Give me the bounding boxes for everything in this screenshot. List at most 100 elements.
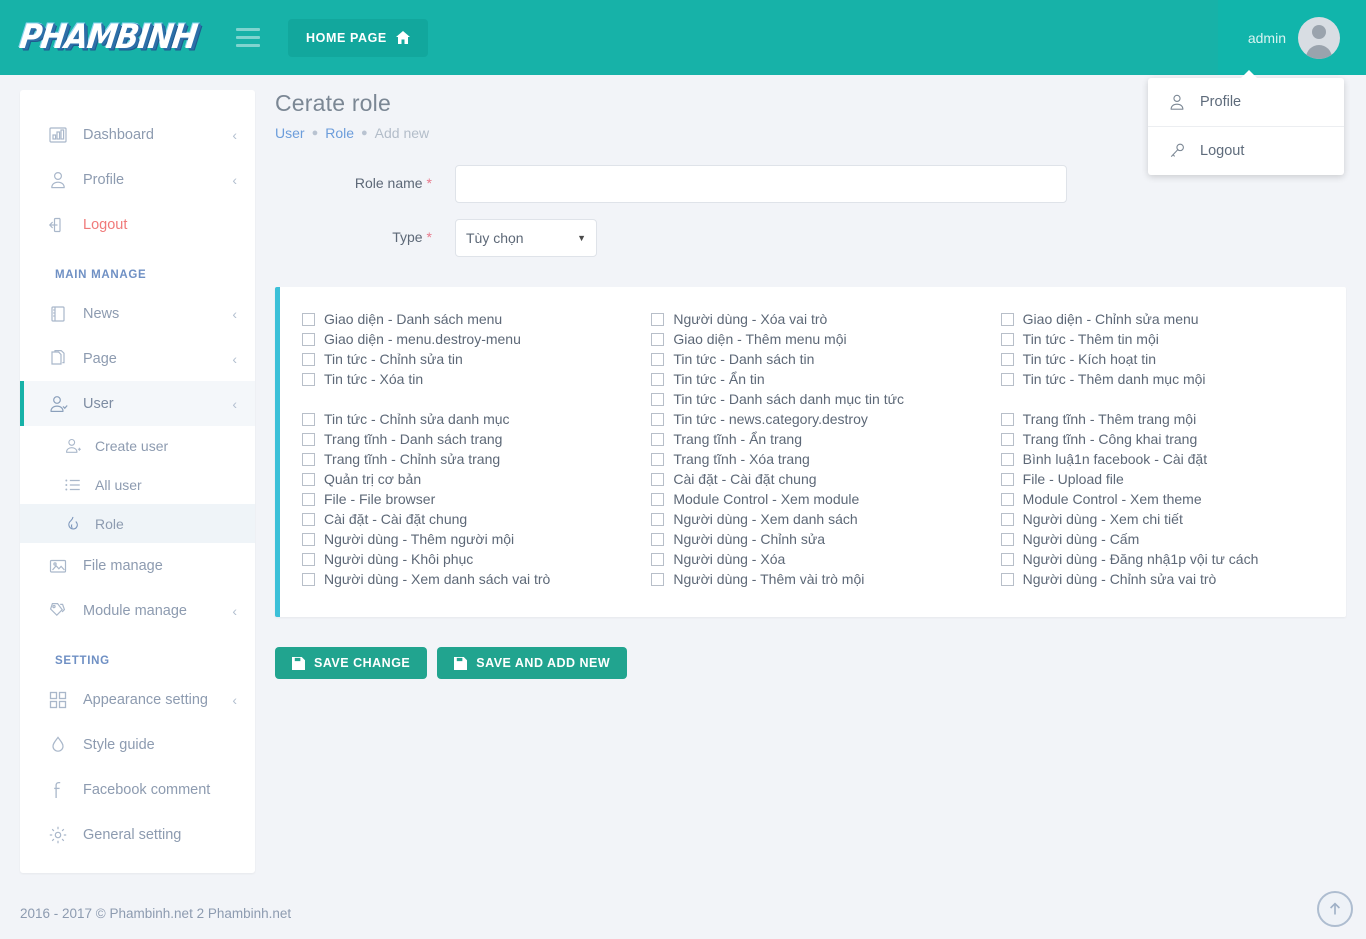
dropdown-item-logout[interactable]: Logout [1148, 126, 1344, 175]
user-menu-trigger[interactable]: admin [1217, 0, 1366, 75]
permission-checkbox[interactable] [302, 493, 315, 506]
permission-checkbox[interactable] [651, 393, 665, 406]
permission-checkbox[interactable] [1000, 573, 1014, 586]
permission-checkbox[interactable] [302, 553, 315, 566]
save-and-add-new-button[interactable]: SAVE AND ADD NEW [437, 647, 628, 679]
permission-checkbox[interactable] [1000, 533, 1014, 546]
permission-checkbox-item[interactable]: Trang tĩnh - Công khai trang [1000, 429, 1328, 449]
permission-checkbox-item[interactable]: Người dùng - Khôi phục [302, 549, 629, 569]
permission-checkbox-item[interactable]: Giao diện - Danh sách menu [302, 309, 629, 329]
permission-checkbox-item[interactable]: Tin tức - Thêm tin mội [1000, 329, 1328, 349]
permission-checkbox-item[interactable]: Tin tức - Ẩn tin [651, 369, 978, 389]
permission-checkbox-item[interactable]: Tin tức - Danh sách danh mục tin tức [651, 389, 978, 409]
permission-checkbox-item[interactable]: Người dùng - Chỉnh sửa [651, 529, 978, 549]
breadcrumb-item-role[interactable]: Role [325, 125, 354, 141]
sidebar-item-facebook-comment[interactable]: Facebook comment [20, 767, 255, 812]
sidebar-item-logout[interactable]: Logout [20, 202, 255, 247]
permission-checkbox[interactable] [302, 513, 315, 526]
permission-checkbox[interactable] [651, 573, 665, 586]
permission-checkbox[interactable] [302, 413, 315, 426]
permission-checkbox[interactable] [302, 333, 315, 346]
permission-checkbox[interactable] [651, 413, 665, 426]
brand-logo[interactable]: PHAMBINH [0, 0, 216, 75]
permission-checkbox[interactable] [651, 493, 665, 506]
sidebar-item-user[interactable]: User ‹ [20, 381, 255, 426]
permission-checkbox-item[interactable]: File - Upload file [1000, 469, 1328, 489]
save-change-button[interactable]: SAVE CHANGE [275, 647, 428, 679]
permission-checkbox-item[interactable]: Người dùng - Xóa [651, 549, 978, 569]
permission-checkbox-item[interactable]: Người dùng - Xóa vai trò [651, 309, 978, 329]
permission-checkbox-item[interactable]: Người dùng - Thêm người mội [302, 529, 629, 549]
permission-checkbox[interactable] [1000, 373, 1014, 386]
permission-checkbox-item[interactable]: Module Control - Xem module [651, 489, 978, 509]
permission-checkbox[interactable] [651, 373, 665, 386]
sidebar-item-dashboard[interactable]: Dashboard ‹ [20, 112, 255, 157]
permission-checkbox[interactable] [651, 533, 665, 546]
sidebar-item-news[interactable]: News ‹ [20, 291, 255, 336]
permission-checkbox-item[interactable]: Tin tức - Thêm danh mục mội [1000, 369, 1328, 389]
sidebar-item-appearance-setting[interactable]: Appearance setting ‹ [20, 677, 255, 722]
sidebar-item-profile[interactable]: Profile ‹ [20, 157, 255, 202]
permission-checkbox[interactable] [302, 573, 315, 586]
permission-checkbox[interactable] [651, 513, 665, 526]
sidebar-item-module-manage[interactable]: Module manage ‹ [20, 588, 255, 633]
permission-checkbox-item[interactable]: Người dùng - Thêm vài trò mội [651, 569, 978, 589]
permission-checkbox-item[interactable]: Module Control - Xem theme [1000, 489, 1328, 509]
permission-checkbox-item[interactable]: Trang tĩnh - Thêm trang mội [1000, 409, 1328, 429]
permission-checkbox-item[interactable]: Người dùng - Xem danh sách [651, 509, 978, 529]
permission-checkbox[interactable] [302, 433, 315, 446]
permission-checkbox[interactable] [1000, 433, 1014, 446]
sidebar-subitem-create-user[interactable]: Create user [20, 426, 255, 465]
permission-checkbox-item[interactable]: Người dùng - Chỉnh sửa vai trò [1000, 569, 1328, 589]
permission-checkbox[interactable] [1000, 493, 1014, 506]
permission-checkbox[interactable] [651, 313, 665, 326]
permission-checkbox-item[interactable]: File - File browser [302, 489, 629, 509]
permission-checkbox[interactable] [1000, 333, 1014, 346]
permission-checkbox-item[interactable]: Giao diện - Thêm menu mội [651, 329, 978, 349]
permission-checkbox-item[interactable]: Người dùng - Xem danh sách vai trò [302, 569, 629, 589]
permission-checkbox-item[interactable]: Trang tĩnh - Xóa trang [651, 449, 978, 469]
permission-checkbox-item[interactable]: Trang tĩnh - Chỉnh sửa trang [302, 449, 629, 469]
sidebar-item-style-guide[interactable]: Style guide [20, 722, 255, 767]
breadcrumb-item-user[interactable]: User [275, 125, 305, 141]
permission-checkbox-item[interactable]: Trang tĩnh - Danh sách trang [302, 429, 629, 449]
permission-checkbox-item[interactable]: Người dùng - Cấm [1000, 529, 1328, 549]
permission-checkbox-item[interactable]: Tin tức - Kích hoạt tin [1000, 349, 1328, 369]
permission-checkbox[interactable] [1000, 553, 1014, 566]
permission-checkbox-item[interactable]: Trang tĩnh - Ẩn trang [651, 429, 978, 449]
permission-checkbox-item[interactable]: Người dùng - Đăng nhậ1p vội tư cách [1000, 549, 1328, 569]
permission-checkbox-item[interactable]: Tin tức - Chỉnh sửa tin [302, 349, 629, 369]
scroll-to-top-button[interactable] [1317, 891, 1353, 927]
permission-checkbox[interactable] [651, 473, 665, 486]
permission-checkbox[interactable] [651, 453, 665, 466]
sidebar-subitem-role[interactable]: Role [20, 504, 255, 543]
permission-checkbox-item[interactable]: Bình luậ1n facebook - Cài đặt [1000, 449, 1328, 469]
permission-checkbox[interactable] [1000, 313, 1014, 326]
permission-checkbox[interactable] [651, 353, 665, 366]
permission-checkbox-item[interactable]: Người dùng - Xem chi tiết [1000, 509, 1328, 529]
sidebar-item-page[interactable]: Page ‹ [20, 336, 255, 381]
type-select[interactable]: Tùy chọn ▼ [455, 219, 597, 257]
sidebar-subitem-all-user[interactable]: All user [20, 465, 255, 504]
permission-checkbox-item[interactable]: Tin tức - Danh sách tin [651, 349, 978, 369]
sidebar-item-general-setting[interactable]: General setting [20, 812, 255, 857]
permission-checkbox[interactable] [1000, 413, 1014, 426]
permission-checkbox-item[interactable]: Quản trị cơ bản [302, 469, 629, 489]
permission-checkbox[interactable] [1000, 473, 1014, 486]
permission-checkbox[interactable] [651, 433, 665, 446]
permission-checkbox[interactable] [302, 533, 315, 546]
permission-checkbox[interactable] [651, 553, 665, 566]
permission-checkbox[interactable] [302, 453, 315, 466]
permission-checkbox-item[interactable]: Tin tức - Chỉnh sửa danh mục [302, 409, 629, 429]
home-page-button[interactable]: HOME PAGE [288, 18, 428, 57]
permission-checkbox[interactable] [302, 353, 315, 366]
permission-checkbox-item[interactable]: Cài đặt - Cài đặt chung [302, 509, 629, 529]
permission-checkbox-item[interactable]: Tin tức - Xóa tin [302, 369, 629, 389]
permission-checkbox[interactable] [1000, 353, 1014, 366]
permission-checkbox[interactable] [651, 333, 665, 346]
permission-checkbox[interactable] [1000, 513, 1014, 526]
permission-checkbox-item[interactable]: Giao diện - Chỉnh sửa menu [1000, 309, 1328, 329]
permission-checkbox[interactable] [302, 313, 315, 326]
role-name-input[interactable] [455, 165, 1067, 203]
permission-checkbox-item[interactable]: Cài đặt - Cài đặt chung [651, 469, 978, 489]
